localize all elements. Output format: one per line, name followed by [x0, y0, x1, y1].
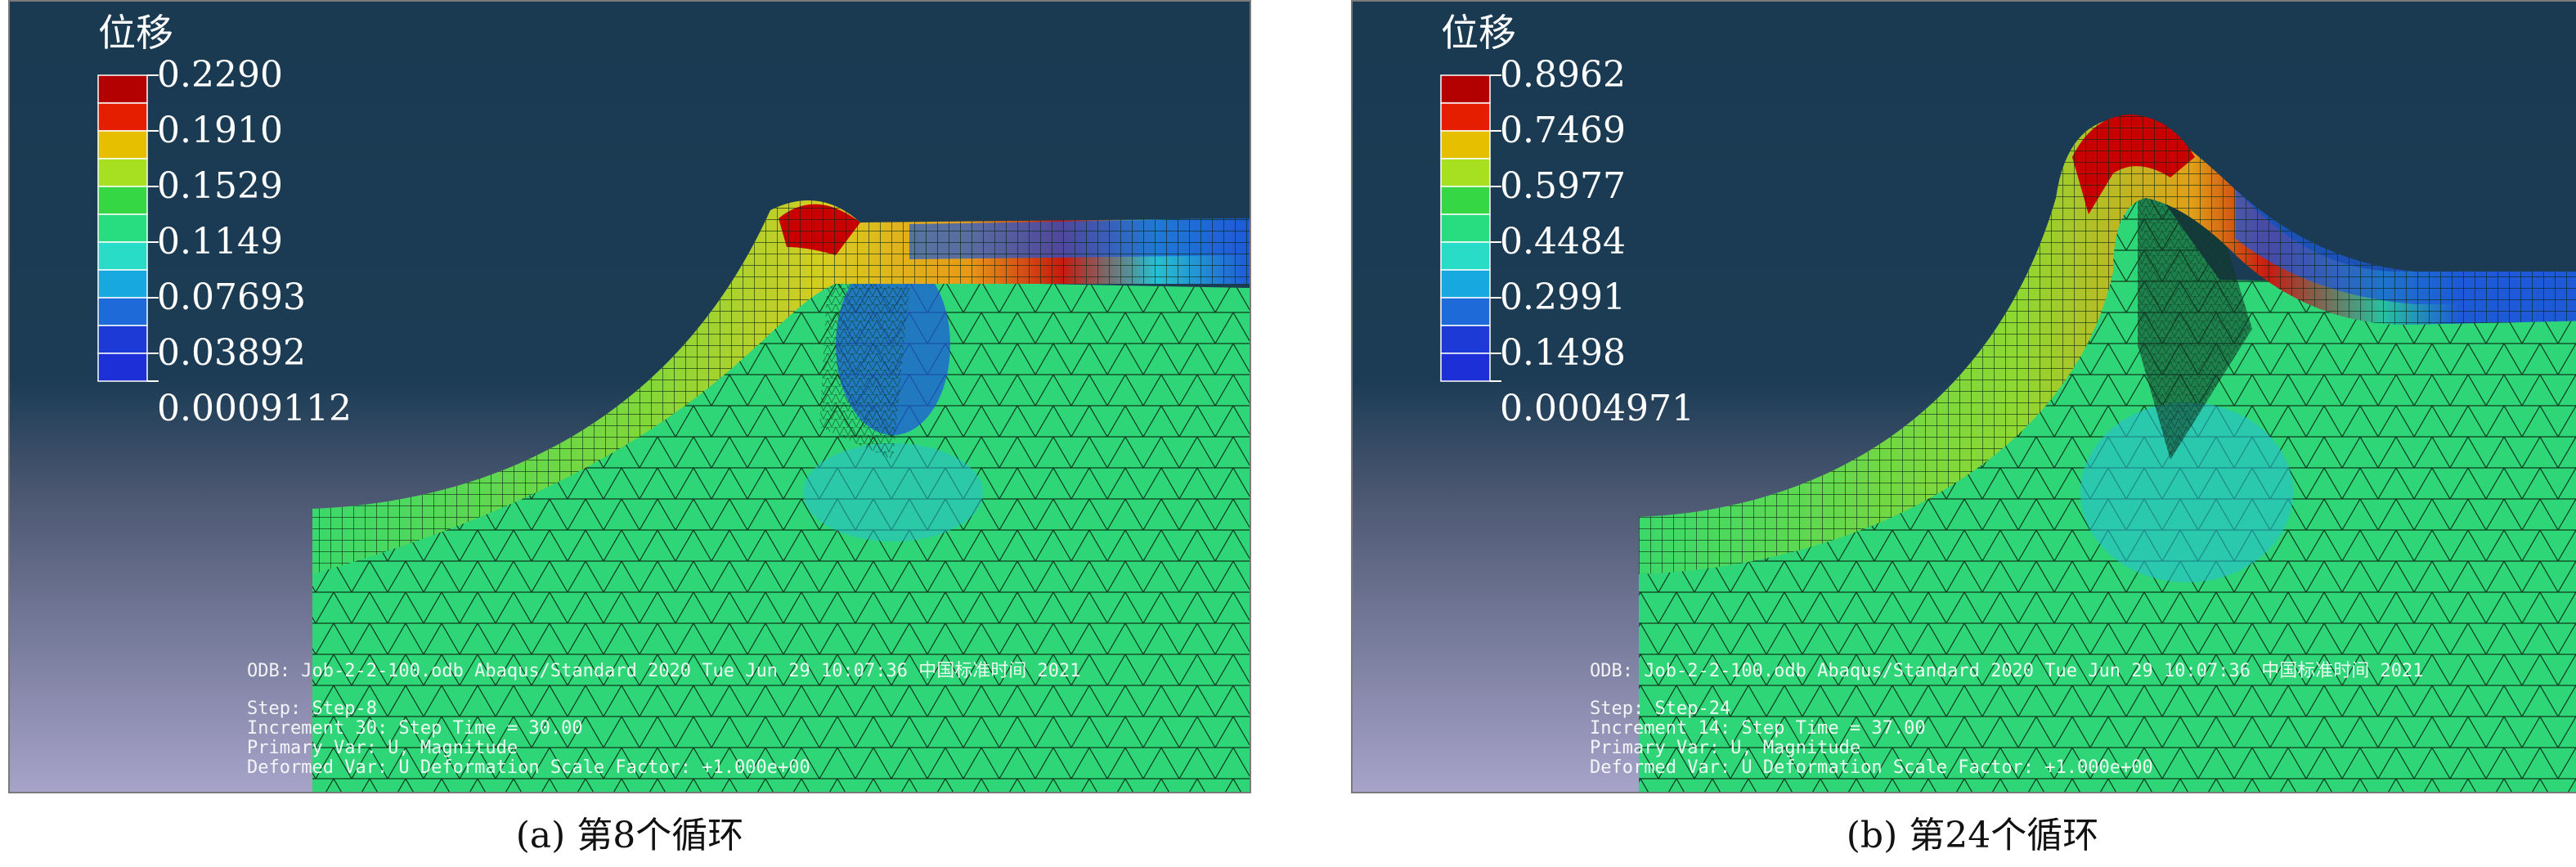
legend-value: 0.03892 [157, 332, 306, 374]
legend-value: 0.0004971 [1500, 388, 1694, 429]
deformed-var-info-line: Deformed Var: U Deformation Scale Factor… [247, 757, 810, 778]
increment-info-line: Increment 14: Step Time = 37.00 [1590, 718, 1926, 739]
legend-value: 0.1149 [157, 221, 283, 263]
panel-cycle-24: 位移 0.8962 0.7469 0.5977 0.4484 0.2991 0.… [1351, 0, 2576, 867]
panel-caption: (b) 第24个循环 [1846, 815, 2099, 856]
step-info-line: Step: Step-8 [247, 699, 377, 719]
panel-caption: (a) 第8个循环 [515, 815, 744, 856]
legend-value: 0.5977 [1500, 165, 1626, 207]
legend-title: 位移 [1441, 11, 1516, 55]
legend-value: 0.2290 [157, 54, 283, 96]
step-info-line: Step: Step-24 [1590, 699, 1731, 719]
odb-info-line: ODB: Job-2-2-100.odb Abaqus/Standard 202… [1590, 661, 2424, 681]
legend-value: 0.1529 [157, 165, 283, 207]
primary-var-info-line: Primary Var: U, Magnitude [247, 738, 518, 758]
legend-value: 0.07693 [157, 276, 306, 318]
legend-value: 0.8962 [1500, 54, 1626, 96]
legend-value: 0.7469 [1500, 110, 1626, 151]
deformed-var-info-line: Deformed Var: U Deformation Scale Factor… [1590, 757, 2153, 778]
fem-viewport: 位移 0.8962 0.7469 0.5977 0.4484 0.2991 0.… [1351, 0, 2576, 793]
fem-viewport: 位移 0.2290 0.1910 0.1529 0.1149 0.07693 0… [8, 0, 1251, 793]
odb-info-line: ODB: Job-2-2-100.odb Abaqus/Standard 202… [247, 661, 1081, 681]
increment-info-line: Increment 30: Step Time = 30.00 [247, 718, 583, 739]
legend-value: 0.4484 [1500, 221, 1626, 263]
legend-value: 0.0009112 [157, 388, 352, 429]
legend-value: 0.2991 [1500, 276, 1626, 318]
panel-cycle-8: 位移 0.2290 0.1910 0.1529 0.1149 0.07693 0… [8, 0, 1259, 867]
primary-var-info-line: Primary Var: U, Magnitude [1590, 738, 1861, 758]
legend-title: 位移 [98, 11, 173, 55]
legend-value: 0.1498 [1500, 332, 1626, 374]
legend-value: 0.1910 [157, 110, 283, 151]
